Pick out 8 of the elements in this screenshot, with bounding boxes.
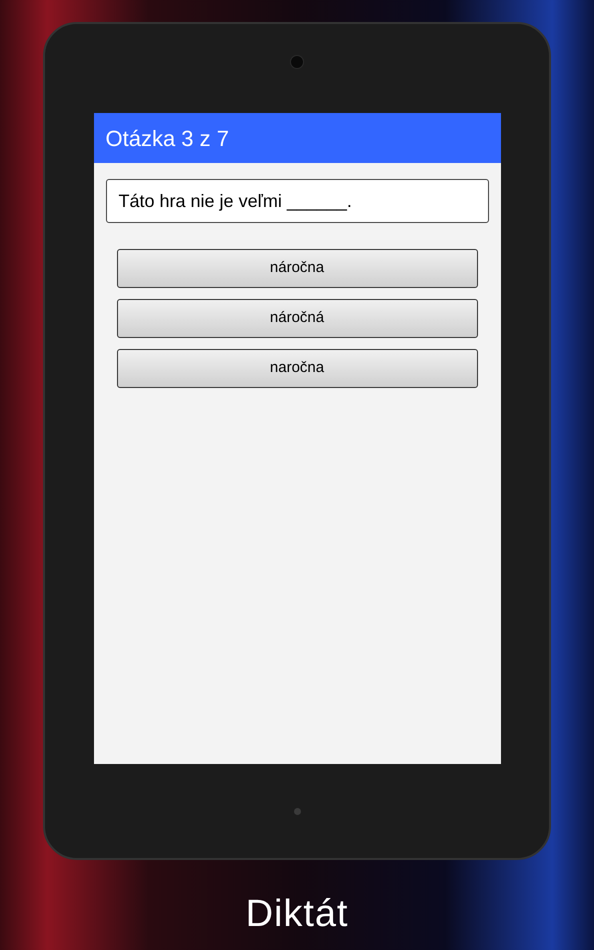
question-text: Táto hra nie je veľmi ______. xyxy=(118,190,352,213)
app-bar-title: Otázka 3 z 7 xyxy=(106,124,230,152)
caption: Diktát xyxy=(246,892,348,937)
answer-button[interactable]: náročná xyxy=(116,299,478,338)
answer-button[interactable]: náročna xyxy=(116,249,478,288)
answer-button[interactable]: naročna xyxy=(116,349,478,388)
home-sensor-icon xyxy=(294,808,300,815)
camera-icon xyxy=(290,55,304,69)
